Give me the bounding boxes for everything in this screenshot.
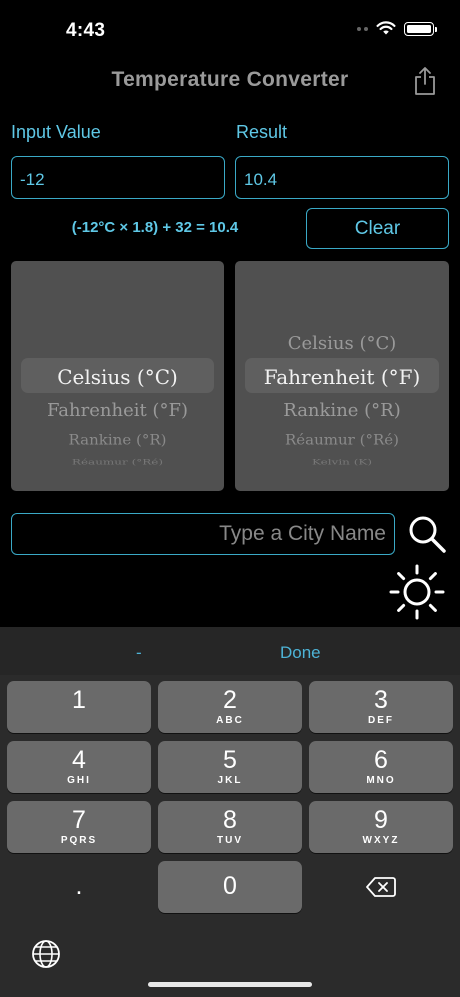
city-search-placeholder: Type a City Name [219, 522, 386, 545]
picker-option[interactable]: Fahrenheit (°F) [11, 400, 224, 421]
done-button[interactable]: Done [280, 643, 321, 663]
delete-key[interactable] [309, 861, 453, 913]
key-8[interactable]: 8 TUV [158, 801, 302, 853]
input-value-label: Input Value [11, 122, 101, 142]
input-value-field[interactable]: -12 [11, 156, 225, 199]
picker-option[interactable]: Réaumur (°Ré) [11, 458, 224, 466]
page-title: Temperature Converter [111, 68, 349, 91]
key-2[interactable]: 2 ABC [158, 681, 302, 733]
globe-icon[interactable] [30, 938, 62, 970]
status-icons [357, 21, 437, 36]
picker-option[interactable]: Réaumur (°Ré) [235, 432, 449, 448]
key-9[interactable]: 9 WXYZ [309, 801, 453, 853]
wifi-icon [376, 21, 396, 35]
delete-backspace-icon [366, 877, 396, 897]
key-4[interactable]: 4 GHI [7, 741, 151, 793]
minus-button[interactable]: - [136, 643, 142, 663]
key-6[interactable]: 6 MNO [309, 741, 453, 793]
status-time: 4:43 [66, 20, 106, 41]
battery-icon [404, 21, 437, 36]
picker-option[interactable]: Rankine (°R) [11, 432, 224, 448]
key-decimal[interactable]: . [7, 861, 151, 913]
city-search-input[interactable]: Type a City Name [11, 513, 395, 555]
clear-button[interactable]: Clear [306, 208, 449, 249]
input-value-text: -12 [20, 170, 45, 189]
picker-option-selected[interactable]: Fahrenheit (°F) [235, 365, 449, 389]
key-3[interactable]: 3 DEF [309, 681, 453, 733]
picker-option[interactable]: Kelvin (K) [235, 458, 449, 466]
result-field[interactable]: 10.4 [235, 156, 449, 199]
cellular-signal-icon [357, 26, 368, 31]
home-indicator [148, 982, 312, 987]
share-icon[interactable] [412, 66, 438, 96]
result-label: Result [236, 122, 288, 142]
key-7[interactable]: 7 PQRS [7, 801, 151, 853]
conversion-formula: (-12°C × 1.8) + 32 = 10.4 [71, 219, 239, 236]
picker-option[interactable]: Celsius (°C) [235, 333, 449, 354]
picker-option-selected[interactable]: Celsius (°C) [11, 365, 224, 389]
sun-icon[interactable] [388, 563, 446, 621]
to-unit-picker[interactable]: Celsius (°C) Fahrenheit (°F) Rankine (°R… [235, 261, 449, 491]
keyboard-toolbar [0, 627, 460, 675]
picker-option[interactable]: Rankine (°R) [235, 400, 449, 421]
result-value-text: 10.4 [244, 170, 278, 189]
key-1[interactable]: 1 [7, 681, 151, 733]
key-0[interactable]: 0 [158, 861, 302, 913]
from-unit-picker[interactable]: Celsius (°C) Fahrenheit (°F) Rankine (°R… [11, 261, 224, 491]
key-5[interactable]: 5 JKL [158, 741, 302, 793]
search-icon[interactable] [407, 514, 447, 554]
